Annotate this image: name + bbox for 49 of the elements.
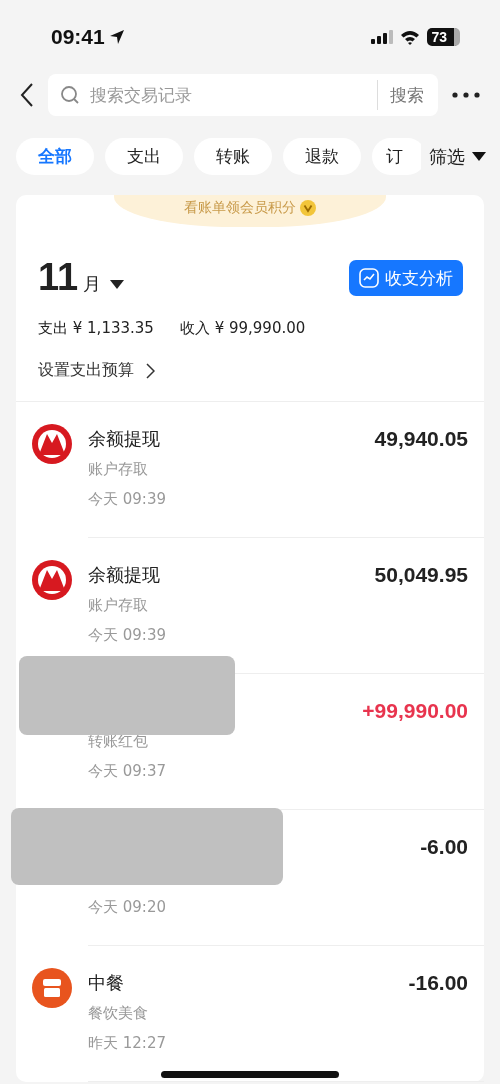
transaction-time: 今天 09:37 bbox=[88, 762, 167, 781]
filter-tab[interactable]: 订 bbox=[372, 138, 421, 175]
transaction-category: 账户存取 bbox=[88, 460, 148, 478]
transaction-category: 转账红包 bbox=[88, 732, 148, 750]
transaction-title: 余额提现 bbox=[88, 428, 160, 449]
month-unit: 月 bbox=[83, 272, 102, 296]
chevron-right-icon bbox=[146, 362, 155, 379]
transaction-amount: +99,990.00 bbox=[362, 699, 468, 723]
budget-link[interactable]: 设置支出预算 bbox=[16, 338, 177, 401]
search-icon bbox=[60, 85, 80, 105]
status-time: 09:41 bbox=[51, 25, 105, 49]
battery-indicator: 73 bbox=[427, 28, 460, 46]
filter-tab[interactable]: 退款 bbox=[283, 138, 361, 175]
transaction-time: 昨天 12:27 bbox=[88, 1034, 167, 1053]
shop-icon bbox=[32, 968, 72, 1008]
caret-down-icon bbox=[110, 280, 125, 290]
income-total: 收入 ¥ 99,990.00 bbox=[179, 319, 306, 338]
filter-tab[interactable]: 支出 bbox=[105, 138, 183, 175]
month-number: 11 bbox=[38, 255, 79, 299]
expense-total: 支出 ¥ 1,133.35 bbox=[38, 319, 154, 338]
filter-tab[interactable]: 转账 bbox=[194, 138, 272, 175]
month-picker[interactable]: 11 月 bbox=[38, 255, 125, 299]
banner-text: 看账单领会员积分 bbox=[184, 199, 296, 217]
transaction-amount: 50,049.95 bbox=[374, 563, 468, 587]
filter-tab[interactable]: 全部 bbox=[16, 138, 94, 175]
transaction-time: 今天 09:20 bbox=[88, 898, 167, 917]
bank-logo-icon bbox=[32, 424, 72, 464]
caret-down-icon bbox=[472, 151, 486, 162]
more-icon bbox=[452, 92, 480, 98]
transaction-time: 今天 09:39 bbox=[88, 490, 167, 509]
transaction-amount: -6.00 bbox=[420, 835, 468, 859]
wifi-icon bbox=[400, 29, 421, 45]
transaction-category: 餐饮美食 bbox=[88, 1004, 148, 1022]
more-button[interactable] bbox=[450, 90, 482, 100]
signal-icon bbox=[371, 30, 394, 44]
transaction-time: 今天 09:39 bbox=[88, 626, 167, 645]
transaction-title: 中餐 bbox=[88, 972, 124, 993]
transaction-amount: -16.00 bbox=[408, 971, 468, 995]
back-icon bbox=[20, 82, 34, 108]
transaction-category: 账户存取 bbox=[88, 596, 148, 614]
search-field[interactable]: 搜索交易记录 搜索 bbox=[48, 74, 438, 116]
transaction-title: 余额提现 bbox=[88, 564, 160, 585]
transaction-amount: 49,940.05 bbox=[374, 427, 468, 451]
location-arrow-icon bbox=[108, 29, 125, 45]
chart-icon bbox=[359, 268, 379, 288]
search-button[interactable]: 搜索 bbox=[386, 83, 424, 107]
bank-logo-icon bbox=[32, 560, 72, 600]
v-badge-icon bbox=[300, 200, 316, 216]
analysis-button[interactable]: 收支分析 bbox=[349, 260, 463, 296]
